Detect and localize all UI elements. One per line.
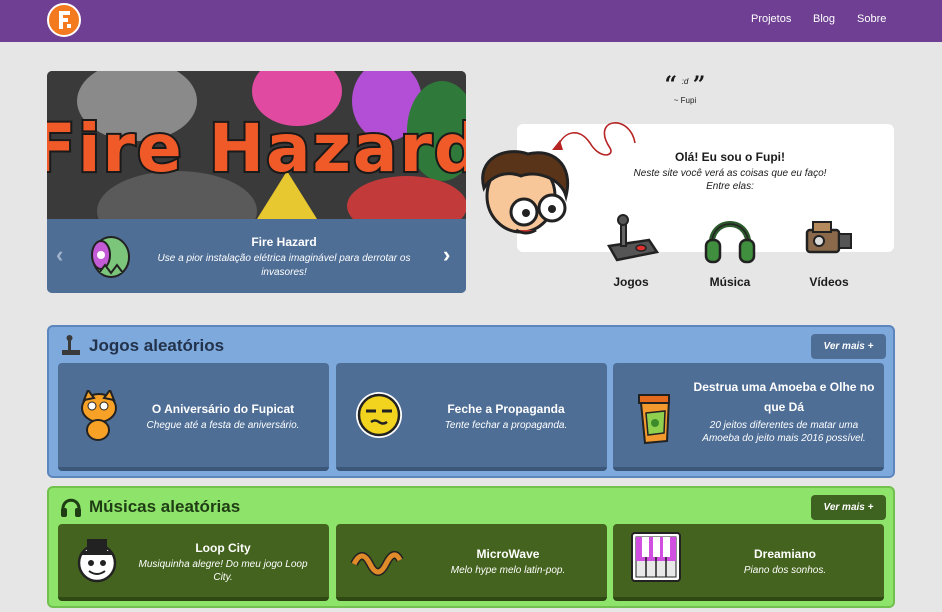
loop-city-icon	[77, 539, 117, 583]
fupi-logo-icon[interactable]	[47, 3, 81, 37]
nav-link-sobre[interactable]: Sobre	[857, 13, 886, 25]
chevron-left-icon[interactable]: ‹	[56, 244, 63, 266]
jogo-card-desc: 20 jeitos diferentes de matar uma Amoeba…	[702, 420, 866, 444]
jogo-card-fupicat-text: O Aniversário do Fupicat Chegue até a fe…	[128, 401, 318, 432]
musica-card-desc: Melo hype melo latin-pop.	[450, 565, 566, 576]
nav-link-blog[interactable]: Blog	[813, 13, 835, 25]
musica-card-desc: Piano dos sonhos.	[743, 565, 827, 576]
intro-title: Olá! Eu sou o Fupi!	[675, 150, 785, 164]
joystick-icon	[62, 335, 80, 355]
musicas-ver-mais-button[interactable]: Ver mais +	[811, 495, 886, 520]
headphones-icon	[704, 221, 756, 264]
jogo-card-propaganda[interactable]: Feche a Propaganda Tente fechar a propag…	[336, 363, 607, 471]
jogo-card-amoeba-text: Destrua uma Amoeba e Olhe no que Dá 20 j…	[691, 377, 877, 445]
banner-title-text: Fire Hazard	[47, 110, 466, 187]
jogos-section-title: Jogos aleatórios	[89, 336, 225, 355]
scratch-cat-icon	[81, 390, 117, 441]
jogo-card-title: Feche a Propaganda	[447, 402, 565, 416]
amoeba-jar-icon	[638, 394, 671, 445]
musicas-section: Músicas aleatórias Ver mais + Loop City …	[47, 486, 895, 608]
category-jogos[interactable]: Jogos	[596, 210, 666, 289]
jogo-card-desc: Chegue até a festa de aniversário.	[146, 420, 300, 431]
fupi-character-icon	[481, 150, 570, 235]
musica-card-desc: Musiquinha alegre! Do meu jogo Loop City…	[138, 559, 308, 583]
musica-card-dreamiano[interactable]: Dreamiano Piano dos sonhos.	[613, 524, 884, 601]
quote-open-icon: “	[664, 72, 678, 98]
category-label-videos: Vídeos	[809, 275, 849, 289]
jogo-card-desc: Tente fechar a propaganda.	[444, 420, 568, 431]
piano-icon	[631, 532, 681, 582]
category-label-jogos: Jogos	[613, 275, 649, 289]
jogo-card-amoeba[interactable]: Destrua uma Amoeba e Olhe no que Dá 20 j…	[613, 363, 884, 471]
musica-card-title: MicroWave	[476, 547, 540, 561]
yellow-face-icon	[356, 392, 402, 438]
navbar: Projetos Blog Sobre	[0, 0, 942, 42]
musica-card-loop-city-text: Loop City Musiquinha alegre! Do meu jogo…	[128, 540, 318, 584]
carousel-title: Fire Hazard	[251, 235, 317, 249]
musica-card-title: Dreamiano	[753, 547, 817, 561]
category-videos[interactable]: Vídeos	[794, 210, 864, 289]
jogos-ver-mais-button[interactable]: Ver mais +	[811, 334, 886, 359]
nav-link-projetos[interactable]: Projetos	[751, 13, 791, 25]
quote-text: :d	[681, 77, 689, 86]
jogo-card-title: O Aniversário do Fupicat	[151, 402, 295, 416]
quote-close-icon: ”	[692, 72, 706, 98]
featured-carousel[interactable]: Fire Hazard ‹ Fire Hazard Use a pior ins…	[47, 71, 466, 293]
musica-card-microwave-text: MicroWave Melo hype melo latin-pop.	[420, 546, 596, 577]
joystick-icon	[607, 214, 660, 262]
jogos-section: Jogos aleatórios Ver mais + O Aniversári…	[47, 325, 895, 478]
chevron-right-icon[interactable]: ›	[443, 244, 450, 266]
intro-subtitle-line1: Neste site você verá as coisas que eu fa…	[633, 168, 827, 179]
carousel-caption: ‹ Fire Hazard Use a pior instalação elét…	[47, 219, 466, 293]
carousel-description: Use a pior instalação elétrica imagináve…	[157, 253, 411, 278]
category-label-musica: Música	[709, 275, 751, 289]
intro-subtitle-line2: Entre elas:	[706, 181, 754, 192]
musica-card-microwave[interactable]: MicroWave Melo hype melo latin-pop.	[336, 524, 607, 601]
fupi-quote: “ :d ” ~ Fupi	[600, 72, 770, 105]
fire-hazard-banner[interactable]: Fire Hazard	[47, 71, 466, 219]
alien-icon	[91, 236, 130, 278]
jogo-card-propaganda-text: Feche a Propaganda Tente fechar a propag…	[420, 401, 592, 432]
quote-author: ~ Fupi	[673, 96, 697, 105]
category-musica[interactable]: Música	[695, 210, 765, 289]
intro-subtitle: Neste site você verá as coisas que eu fa…	[610, 167, 850, 193]
musica-card-title: Loop City	[195, 541, 251, 555]
wave-worm-icon	[350, 550, 404, 576]
musica-card-dreamiano-text: Dreamiano Piano dos sonhos.	[697, 546, 873, 577]
jogo-card-fupicat[interactable]: O Aniversário do Fupicat Chegue até a fe…	[58, 363, 329, 471]
musica-card-loop-city[interactable]: Loop City Musiquinha alegre! Do meu jogo…	[58, 524, 329, 601]
musicas-section-title: Músicas aleatórias	[89, 497, 241, 516]
camera-icon	[805, 221, 852, 254]
jogo-card-title: Destrua uma Amoeba e Olhe no que Dá	[693, 380, 875, 414]
headphones-icon	[61, 498, 81, 517]
